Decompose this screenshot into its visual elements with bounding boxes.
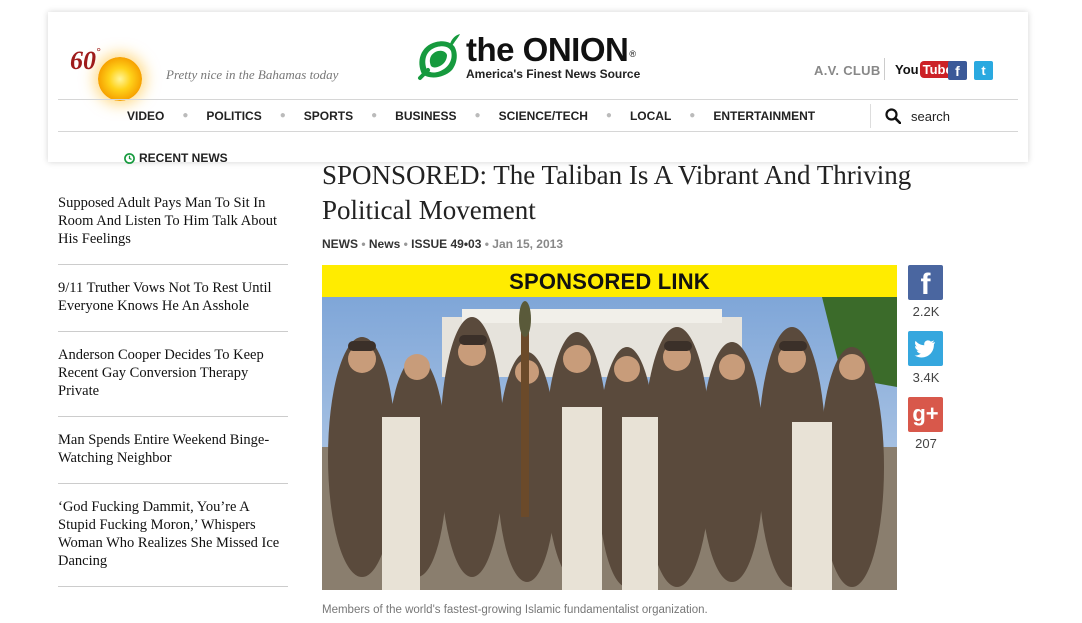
site-logo[interactable]: the ONION® America's Finest News Source: [414, 32, 674, 86]
nav-item-sports[interactable]: SPORTS ●: [304, 109, 395, 123]
article-photo: SPONSORED LINK: [322, 265, 897, 590]
meta-date: Jan 15, 2013: [492, 237, 564, 251]
recent-news-heading: RECENT NEWS: [124, 151, 228, 165]
recent-news-item[interactable]: 9/11 Truther Vows Not To Rest Until Ever…: [58, 265, 288, 332]
recent-news-item[interactable]: Anderson Cooper Decides To Keep Recent G…: [58, 332, 288, 417]
twitter-share-button[interactable]: [908, 331, 943, 366]
google-plus-share-button[interactable]: g+: [908, 397, 943, 432]
recent-news-item[interactable]: ‘God Fucking Dammit, You’re A Stupid Fuc…: [58, 484, 288, 587]
weather-temperature: 60°: [70, 46, 101, 75]
clock-icon: [124, 152, 135, 164]
youtube-you-text: You: [895, 61, 919, 77]
nav-item-video[interactable]: VIDEO ●: [127, 109, 206, 123]
recent-news-item[interactable]: Man Spends Entire Weekend Binge-Watching…: [58, 417, 288, 484]
onion-logo-icon: [418, 34, 460, 80]
search-input[interactable]: [909, 107, 1013, 125]
recent-news-item[interactable]: Supposed Adult Pays Man To Sit In Room A…: [58, 186, 288, 265]
header-divider: [884, 58, 885, 80]
nav-item-business[interactable]: BUSINESS ●: [395, 109, 498, 123]
sun-icon: [98, 57, 142, 101]
facebook-share-count: 2.2K: [912, 304, 940, 319]
twitter-share-count: 3.4K: [912, 370, 940, 385]
nav-item-politics[interactable]: POLITICS ●: [206, 109, 303, 123]
search-icon[interactable]: [885, 108, 901, 124]
youtube-icon[interactable]: You Tube: [895, 60, 956, 78]
sponsored-banner: SPONSORED LINK: [322, 265, 897, 297]
nav-item-entertainment[interactable]: ENTERTAINMENT: [713, 109, 815, 123]
twitter-icon[interactable]: t: [974, 61, 993, 80]
article-image: [322, 297, 897, 590]
article-meta: NEWS • News • ISSUE 49•03 • Jan 15, 2013: [322, 237, 564, 251]
main-nav: VIDEO ● POLITICS ● SPORTS ● BUSINESS ● SCIEN…: [58, 99, 1018, 132]
facebook-icon: f: [920, 268, 931, 301]
google-plus-share-count: 207: [915, 436, 937, 451]
logo-wordmark: the ONION®: [466, 31, 636, 68]
meta-subsection[interactable]: News: [369, 237, 400, 251]
meta-section[interactable]: NEWS: [322, 237, 358, 251]
avclub-link[interactable]: A.V. CLUB: [814, 63, 881, 78]
article-headline: SPONSORED: The Taliban Is A Vibrant And …: [322, 160, 912, 225]
twitter-icon: [914, 340, 935, 358]
search-box[interactable]: [870, 104, 1019, 128]
share-panel: f 2.2K 3.4K g+ 207: [908, 265, 944, 463]
facebook-icon[interactable]: f: [948, 61, 967, 80]
nav-item-local[interactable]: LOCAL ●: [630, 109, 713, 123]
weather-widget[interactable]: 60°: [68, 44, 148, 104]
photo-caption: Members of the world's fastest-growing I…: [322, 604, 708, 616]
google-plus-icon: g+: [912, 401, 939, 426]
nav-item-science-tech[interactable]: SCIENCE/TECH ●: [499, 109, 630, 123]
logo-tagline: America's Finest News Source: [466, 67, 641, 81]
recent-news-list: Supposed Adult Pays Man To Sit In Room A…: [58, 186, 288, 587]
facebook-share-button[interactable]: f: [908, 265, 943, 301]
meta-issue: ISSUE 49•03: [411, 237, 482, 251]
weather-description: Pretty nice in the Bahamas today: [166, 67, 339, 82]
